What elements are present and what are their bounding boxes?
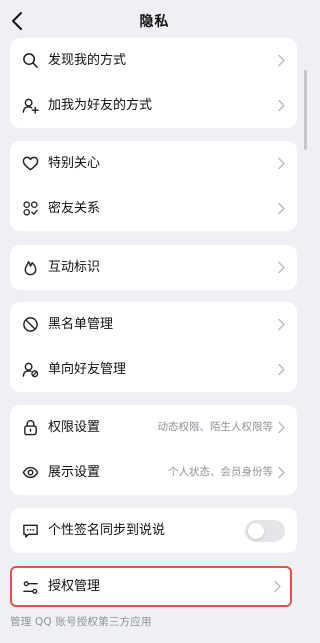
back-button[interactable] (6, 9, 30, 33)
discover-card: 发现我的方式 加我为好友的方式 (10, 38, 297, 128)
authorization-footnote: 管理 QQ 账号授权第三方应用 (10, 616, 152, 628)
chevron-right-icon (276, 363, 286, 376)
heart-icon (22, 155, 39, 172)
chevron-right-icon (276, 466, 286, 479)
row-close-friends[interactable]: 密友关系 (10, 186, 297, 231)
chevron-right-icon (276, 99, 286, 112)
page-title: 隐私 (139, 14, 170, 30)
row-authorization-management[interactable]: 授权管理 (10, 566, 292, 607)
privacy-page: 隐私 发现我的方式 加我为好友的方式 特别关心 密友关系 互动标识 黑名单管理 … (0, 0, 309, 643)
block-card: 黑名单管理 单向好友管理 (10, 302, 297, 392)
row-label: 特别关心 (48, 156, 101, 171)
chevron-right-icon (276, 54, 286, 67)
chevron-right-icon (276, 157, 286, 170)
chevron-right-icon (272, 580, 282, 593)
interact-card: 互动标识 (10, 245, 297, 290)
lock-icon (22, 419, 39, 436)
flame-icon (22, 259, 39, 276)
signature-sync-toggle[interactable] (245, 520, 285, 542)
nav-bar: 隐私 (0, 0, 309, 42)
chevron-right-icon (276, 202, 286, 215)
chevron-right-icon (276, 421, 286, 434)
toggle-knob (248, 523, 264, 539)
scrollbar[interactable] (304, 70, 307, 150)
row-label: 密友关系 (48, 201, 101, 216)
permissions-card: 权限设置 动态权限、陌生人权限等 展示设置 个人状态、会员身份等 (10, 405, 297, 495)
row-label: 个性签名同步到说说 (48, 523, 166, 538)
signature-card: 个性签名同步到说说 (10, 508, 297, 553)
row-label: 互动标识 (48, 260, 101, 275)
row-discover-me[interactable]: 发现我的方式 (10, 38, 297, 83)
search-icon (22, 52, 39, 69)
row-label: 展示设置 (48, 465, 101, 480)
row-interaction-badge[interactable]: 互动标识 (10, 245, 297, 290)
chevron-left-icon (12, 12, 22, 30)
row-hint: 动态权限、陌生人权限等 (157, 421, 274, 433)
chevron-right-icon (276, 261, 286, 274)
row-label: 授权管理 (48, 579, 101, 594)
friends-icon (22, 200, 39, 217)
chevron-right-icon (276, 318, 286, 331)
row-blacklist[interactable]: 黑名单管理 (10, 302, 297, 347)
row-label: 单向好友管理 (48, 362, 127, 377)
care-card: 特别关心 密友关系 (10, 141, 297, 231)
row-label: 加我为好友的方式 (48, 98, 153, 113)
row-display-settings[interactable]: 展示设置 个人状态、会员身份等 (10, 450, 297, 495)
row-add-me-way[interactable]: 加我为好友的方式 (10, 83, 297, 128)
row-signature-sync: 个性签名同步到说说 (10, 508, 297, 553)
row-label: 黑名单管理 (48, 317, 114, 332)
row-one-way-friends[interactable]: 单向好友管理 (10, 347, 297, 392)
row-label: 权限设置 (48, 420, 101, 435)
eye-icon (22, 464, 39, 481)
one-way-friend-icon (22, 361, 39, 378)
message-icon (22, 522, 39, 539)
row-special-care[interactable]: 特别关心 (10, 141, 297, 186)
row-hint: 个人状态、会员身份等 (168, 466, 273, 478)
row-label: 发现我的方式 (48, 53, 127, 68)
add-person-icon (22, 97, 39, 114)
row-permission-settings[interactable]: 权限设置 动态权限、陌生人权限等 (10, 405, 297, 450)
block-icon (22, 316, 39, 333)
settings-sliders-icon (22, 579, 39, 596)
